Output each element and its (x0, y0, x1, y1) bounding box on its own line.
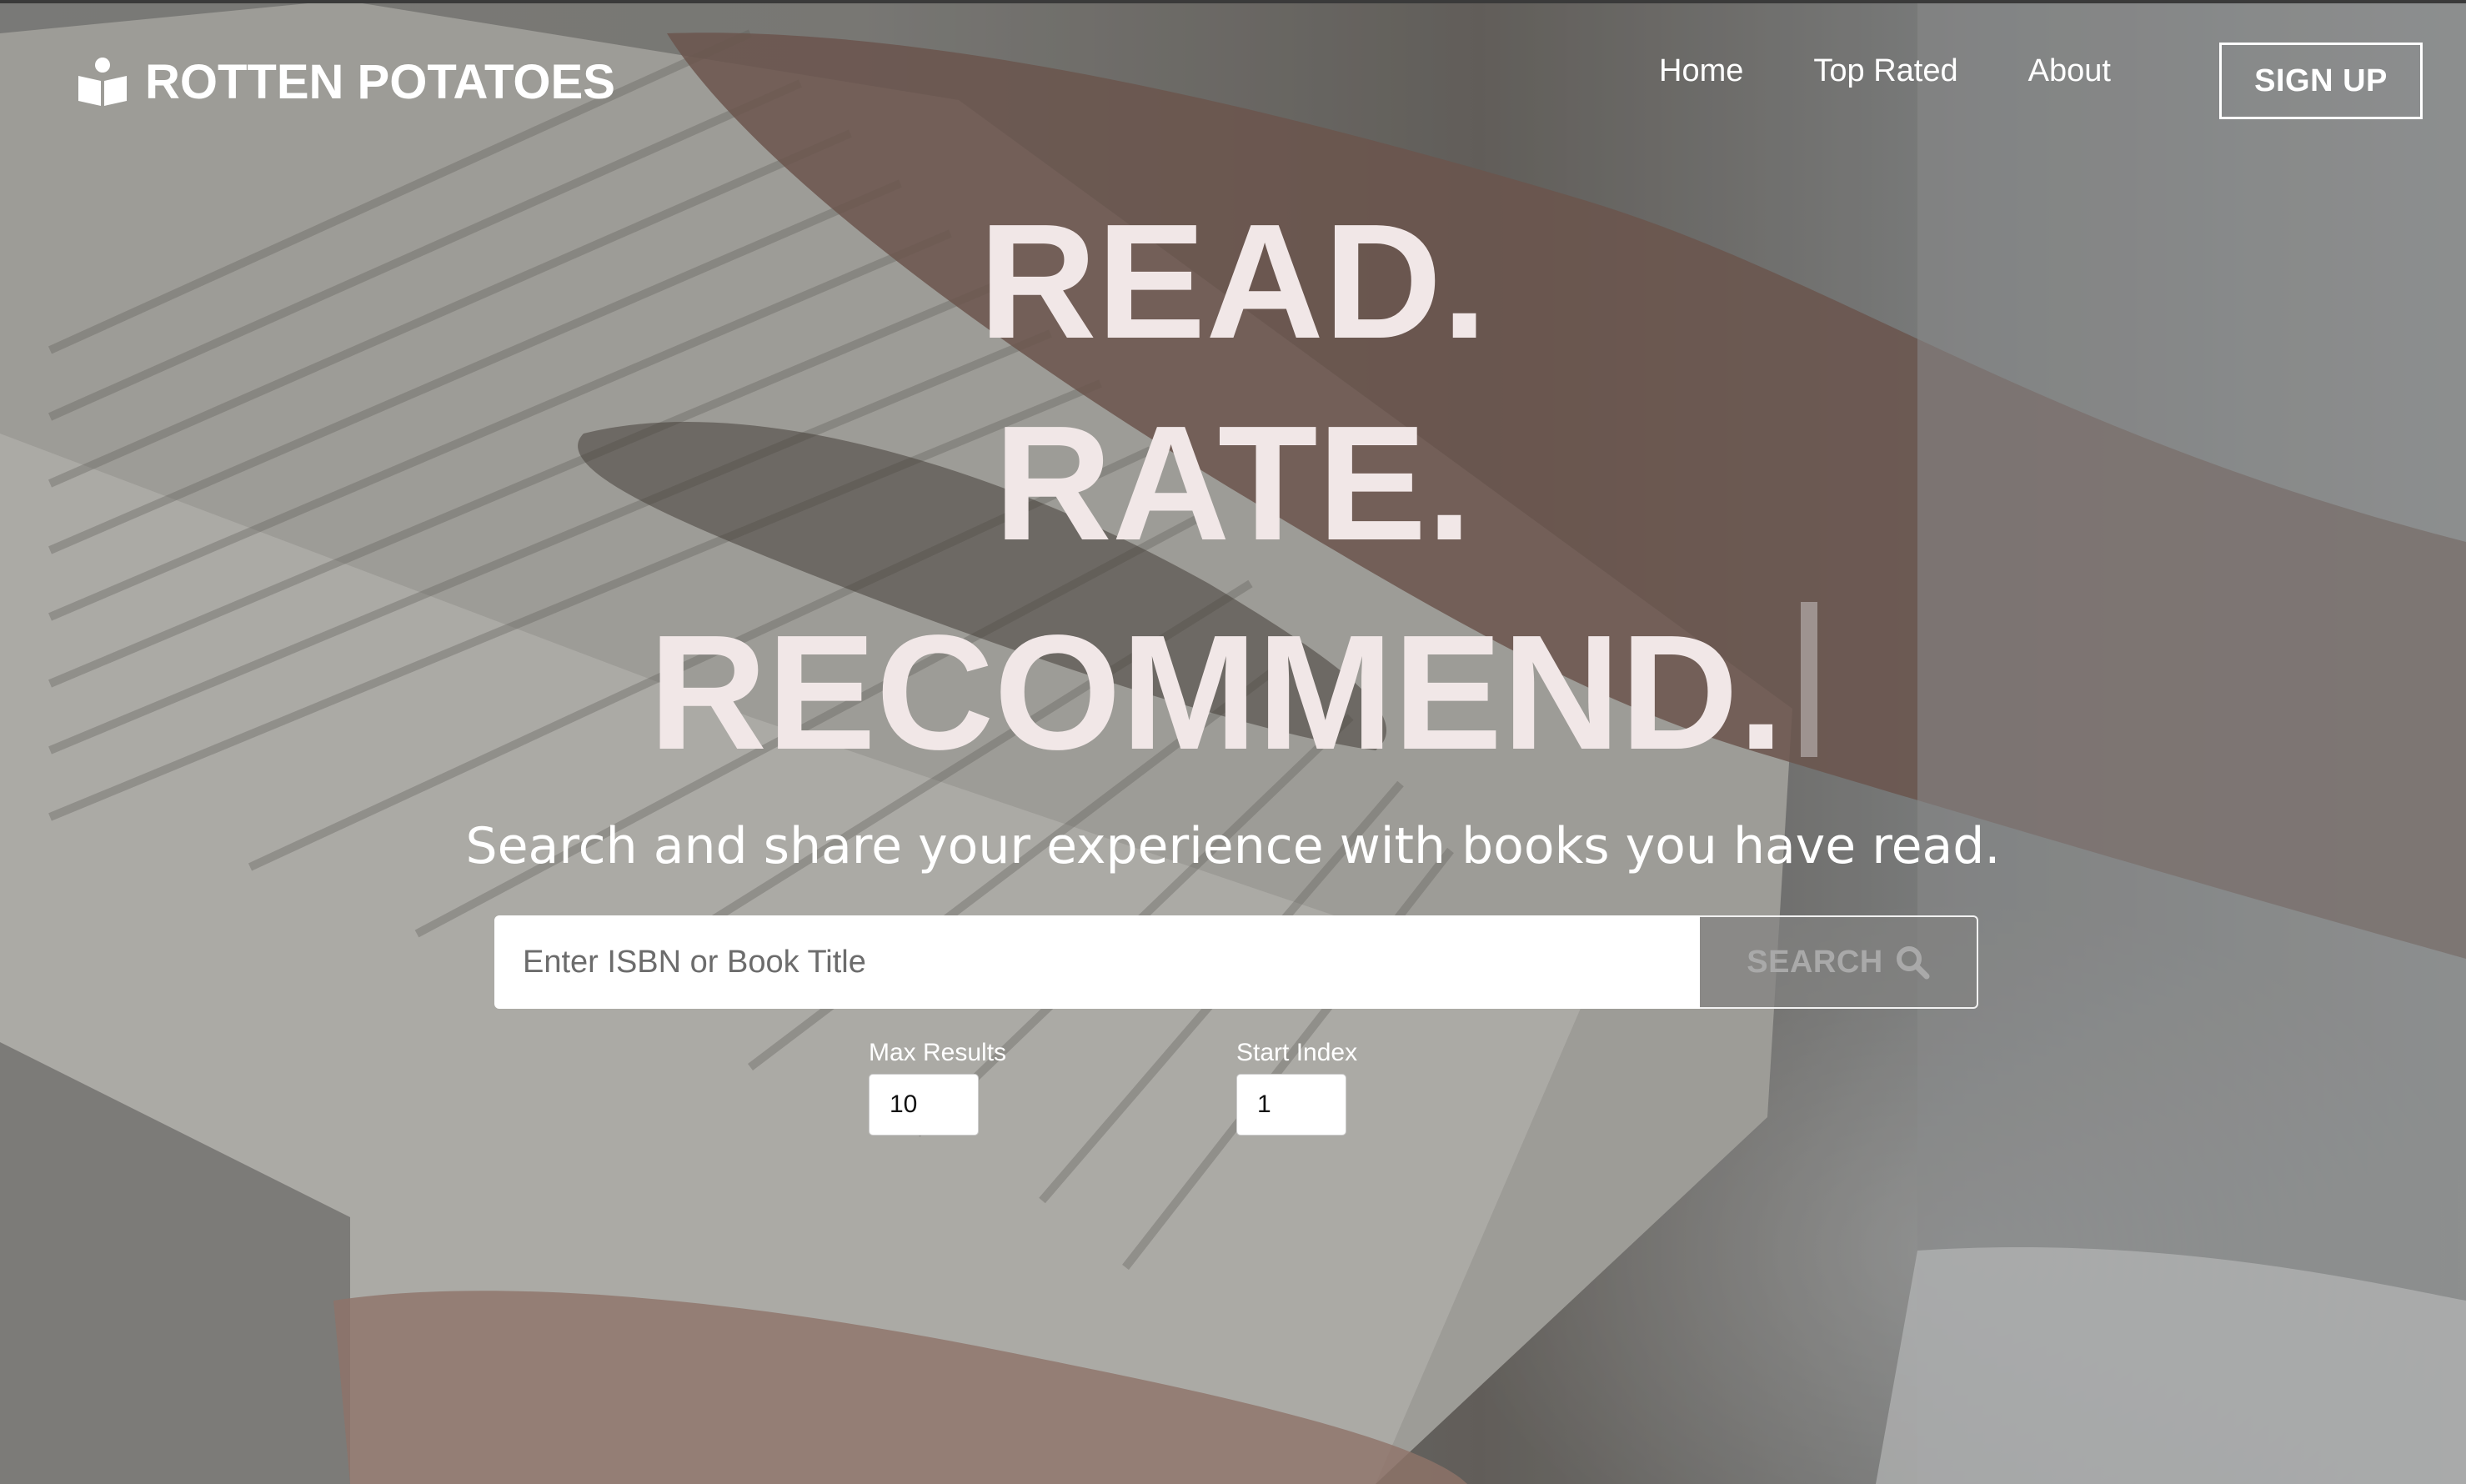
search-icon (1896, 946, 1930, 980)
hero-subtitle: Search and share your experience with bo… (465, 817, 2001, 875)
search-bar: SEARCH (494, 915, 1978, 1009)
hero-line-recommend: RECOMMEND. (0, 602, 2466, 775)
hero-line-read: READ. (979, 190, 1487, 373)
search-button-label: SEARCH (1747, 944, 1883, 980)
landing-page: ROTTEN POTATOES Home Top Rated About SIG… (0, 0, 2466, 1484)
hero-line-rate: RATE. (994, 392, 1472, 574)
start-index-input[interactable] (1236, 1074, 1346, 1136)
nav-home[interactable]: Home (1659, 53, 1743, 89)
brand-logo[interactable]: ROTTEN POTATOES (77, 52, 615, 112)
typing-cursor (1800, 602, 1817, 757)
max-results-label: Max Results (869, 1039, 1007, 1066)
nav-top-rated[interactable]: Top Rated (1813, 53, 1957, 89)
sign-up-button[interactable]: SIGN UP (2219, 43, 2423, 119)
hero-line-recommend-text: RECOMMEND. (649, 601, 1784, 784)
top-border (0, 0, 2466, 3)
nav-about[interactable]: About (2028, 53, 2111, 89)
max-results-input[interactable] (869, 1074, 979, 1136)
search-input[interactable] (494, 915, 1700, 1009)
start-index-label: Start Index (1236, 1039, 1358, 1066)
brand-name: ROTTEN POTATOES (145, 54, 615, 109)
start-index-group: Start Index (1236, 1039, 1357, 1136)
max-results-group: Max Results (869, 1039, 1006, 1136)
main-nav: Home Top Rated About (1659, 48, 2111, 93)
search-button[interactable]: SEARCH (1700, 915, 1978, 1009)
book-reader-icon (78, 58, 127, 106)
